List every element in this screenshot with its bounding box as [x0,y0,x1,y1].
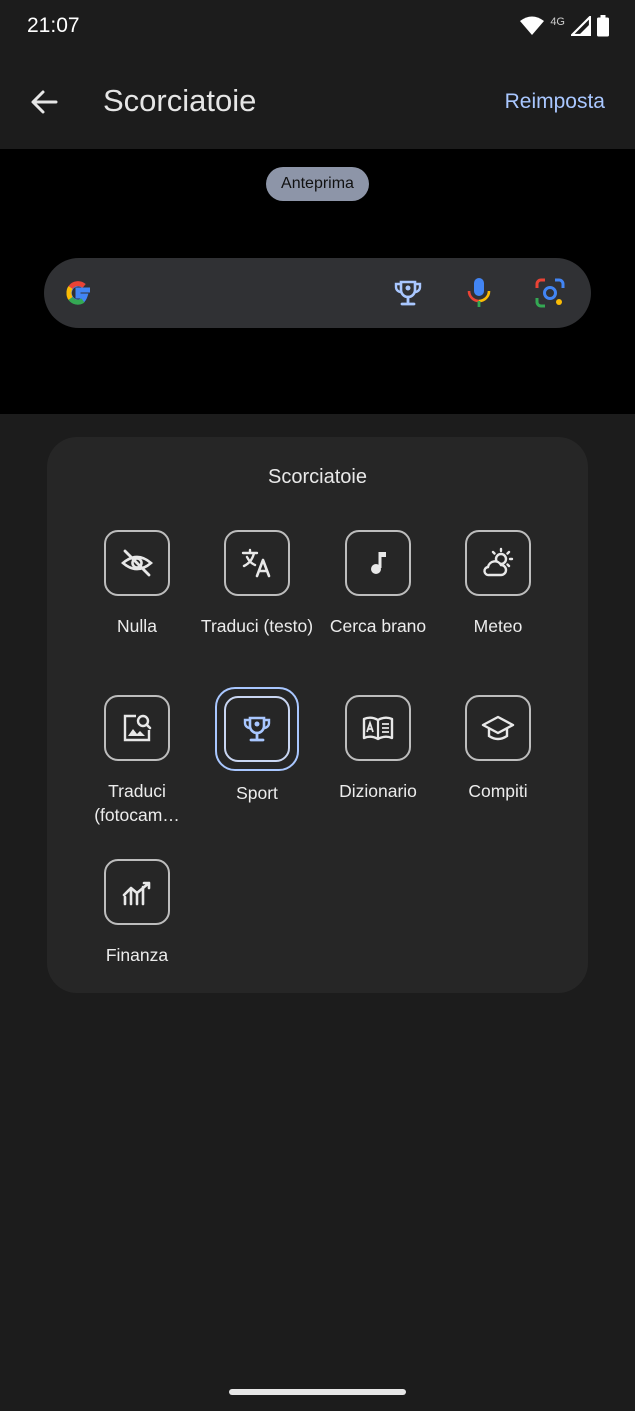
shortcut-traduci-testo-button[interactable] [224,530,290,596]
battery-icon [597,15,609,37]
panel-title: Scorciatoie [268,466,367,488]
shortcut-label: Traduci (testo) [200,616,314,636]
lens-icon [535,278,565,308]
shortcut-label: Sport [236,783,278,803]
translate-icon [241,548,271,578]
reset-button[interactable]: Reimposta [505,90,605,114]
shortcut-sport[interactable]: Sport [197,687,317,805]
shortcut-traduci-fotocamera[interactable]: Traduci (fotocam… [77,695,197,827]
shortcut-label: Nulla [117,616,157,636]
page-title: Scorciatoie [103,83,257,118]
shortcut-compiti-button[interactable] [465,695,531,761]
google-g-icon [66,281,90,305]
music-note-icon [371,552,386,574]
shortcut-nulla[interactable]: Nulla [77,530,197,638]
image-search-icon [123,714,152,742]
shortcut-label: Compiti [468,781,528,801]
home-indicator[interactable] [229,1389,406,1395]
trophy-icon [243,716,271,742]
status-time: 21:07 [27,14,80,37]
shortcut-finanza[interactable]: Finanza [77,859,197,967]
shortcut-label: Meteo [473,616,523,636]
shortcut-dizionario-button[interactable] [345,695,411,761]
shortcut-traduci-testo[interactable]: Traduci (testo) [197,530,317,638]
shortcut-cerca-brano-button[interactable] [345,530,411,596]
microphone-icon [467,278,491,307]
status-bar: 21:07 4G [0,0,635,56]
shortcuts-panel: Scorciatoie Nulla Traduci (testo) Cerca … [47,437,588,993]
shortcut-compiti[interactable]: Compiti [438,695,558,803]
preview-chip: Anteprima [266,167,369,201]
preview-area: Anteprima [0,149,635,414]
shortcut-nulla-button[interactable] [104,530,170,596]
shortcut-meteo[interactable]: Meteo [438,530,558,638]
shortcut-label: Dizionario [339,781,417,801]
shortcut-cerca-brano[interactable]: Cerca brano [318,530,438,638]
weather-icon [483,547,514,577]
eye-off-icon [121,549,153,577]
shortcut-label: Traduci (fotocam… [94,781,180,825]
wifi-icon [520,16,545,35]
network-type: 4G [550,16,565,28]
trophy-icon [394,280,422,306]
signal-icon [571,16,591,36]
shortcut-label: Cerca brano [329,616,427,636]
finance-chart-icon [122,881,151,906]
shortcut-finanza-button[interactable] [104,859,170,925]
dictionary-icon [362,716,394,741]
app-bar: Scorciatoie Reimposta [0,56,635,149]
shortcut-sport-button[interactable] [224,696,290,762]
school-icon [481,715,515,741]
selected-ring[interactable] [215,687,299,771]
arrow-back-icon[interactable] [26,84,62,120]
shortcut-dizionario[interactable]: Dizionario [318,695,438,803]
shortcut-traduci-fotocamera-button[interactable] [104,695,170,761]
shortcut-label: Finanza [105,945,169,965]
shortcut-meteo-button[interactable] [465,530,531,596]
search-bar-preview [44,258,591,328]
